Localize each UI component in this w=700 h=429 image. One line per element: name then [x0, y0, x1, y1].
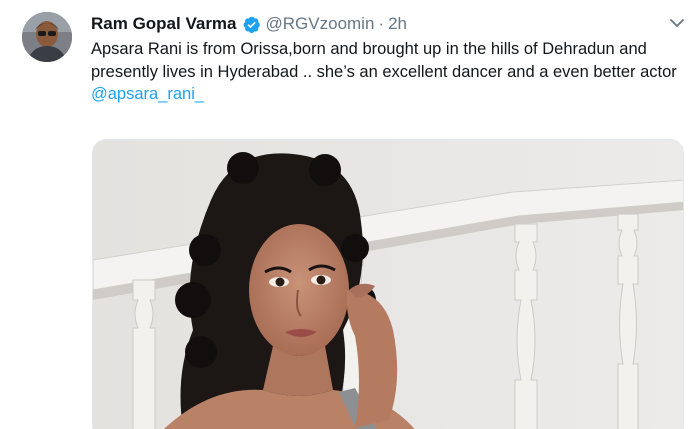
tweet-header: Ram Gopal Varma @RGVzoomin · 2h — [91, 13, 407, 35]
chevron-down-icon[interactable] — [666, 14, 688, 32]
tweet-body: Apsara Rani is from Orissa,born and brou… — [91, 40, 677, 81]
tweet-timestamp[interactable]: 2h — [388, 13, 407, 35]
tweet-image[interactable] — [92, 139, 684, 429]
verified-badge-icon — [242, 15, 261, 34]
author-name[interactable]: Ram Gopal Varma — [91, 13, 237, 35]
mention-link[interactable]: @apsara_rani_ — [91, 83, 691, 106]
tweet-text: Apsara Rani is from Orissa,born and brou… — [91, 38, 691, 106]
header-separator: · — [378, 14, 385, 33]
author-avatar[interactable] — [22, 12, 72, 62]
tweet-card[interactable]: Ram Gopal Varma @RGVzoomin · 2h Apsara R… — [0, 0, 700, 429]
author-handle[interactable]: @RGVzoomin — [266, 13, 375, 35]
